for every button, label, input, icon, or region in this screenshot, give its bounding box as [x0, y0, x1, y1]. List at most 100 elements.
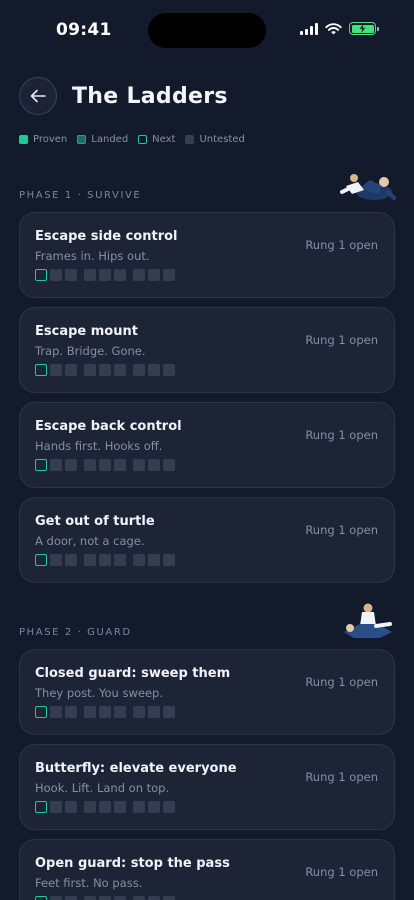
guard-figures-icon	[344, 603, 392, 638]
ladder-card-open-guard[interactable]: Open guard: stop the pass Feet first. No…	[19, 839, 395, 900]
card-subtitle: Feet first. No pass.	[35, 876, 143, 890]
card-status: Rung 1 open	[305, 523, 378, 537]
rung-untested	[65, 269, 77, 281]
rung-untested	[99, 459, 111, 471]
rung-track	[35, 364, 178, 376]
rung-untested	[99, 269, 111, 281]
rung-untested	[65, 554, 77, 566]
rung-untested	[84, 459, 96, 471]
rung-untested	[163, 706, 175, 718]
ladder-card-closed-guard[interactable]: Closed guard: sweep them They post. You …	[19, 649, 395, 735]
card-subtitle: Hands first. Hooks off.	[35, 439, 163, 453]
rung-untested	[84, 706, 96, 718]
rung-untested	[50, 459, 62, 471]
card-title: Escape back control	[35, 419, 182, 434]
card-subtitle: Hook. Lift. Land on top.	[35, 781, 170, 795]
legend-proven: Proven	[19, 134, 67, 145]
card-title: Escape mount	[35, 324, 138, 339]
rung-untested	[99, 364, 111, 376]
card-status: Rung 1 open	[305, 333, 378, 347]
card-status: Rung 1 open	[305, 675, 378, 689]
rung-untested	[65, 896, 77, 900]
card-status: Rung 1 open	[305, 428, 378, 442]
rung-untested	[65, 459, 77, 471]
rung-untested	[148, 896, 160, 900]
rung-untested	[163, 269, 175, 281]
ladder-card-butterfly[interactable]: Butterfly: elevate everyone Hook. Lift. …	[19, 744, 395, 830]
rung-untested	[148, 459, 160, 471]
legend-label: Landed	[91, 134, 129, 145]
rung-track	[35, 801, 178, 813]
legend-label: Proven	[33, 134, 68, 145]
card-status: Rung 1 open	[305, 865, 378, 879]
phase-1-label: PHASE 1 · SURVIVE	[19, 190, 142, 201]
legend-label: Untested	[199, 134, 245, 145]
card-title: Open guard: stop the pass	[35, 856, 230, 871]
legend: Proven Landed Next Untested	[19, 134, 245, 145]
rung-next	[35, 706, 47, 718]
rung-next	[35, 554, 47, 566]
rung-untested	[148, 801, 160, 813]
rung-untested	[84, 554, 96, 566]
legend-next: Next	[138, 134, 175, 145]
ladder-card-escape-back-control[interactable]: Escape back control Hands first. Hooks o…	[19, 402, 395, 488]
proven-swatch	[19, 135, 28, 144]
card-subtitle: A door, not a cage.	[35, 534, 145, 548]
rung-untested	[148, 269, 160, 281]
rung-untested	[133, 269, 145, 281]
rung-untested	[114, 896, 126, 900]
rung-untested	[50, 554, 62, 566]
rung-untested	[50, 364, 62, 376]
card-title: Closed guard: sweep them	[35, 666, 231, 681]
rung-untested	[50, 269, 62, 281]
rung-next	[35, 269, 47, 281]
rung-track	[35, 896, 178, 900]
ladder-card-escape-side-control[interactable]: Escape side control Frames in. Hips out.…	[19, 212, 395, 298]
rung-untested	[114, 364, 126, 376]
card-title: Get out of turtle	[35, 514, 155, 529]
rung-next	[35, 896, 47, 900]
rung-untested	[114, 269, 126, 281]
ladder-card-get-out-of-turtle[interactable]: Get out of turtle A door, not a cage. Ru…	[19, 497, 395, 583]
rung-untested	[114, 459, 126, 471]
rung-track	[35, 554, 178, 566]
rung-untested	[114, 801, 126, 813]
clock: 09:41	[56, 20, 112, 40]
rung-untested	[50, 801, 62, 813]
cellular-signal-icon	[300, 22, 318, 35]
rung-untested	[163, 896, 175, 900]
rung-untested	[148, 554, 160, 566]
ladder-card-escape-mount[interactable]: Escape mount Trap. Bridge. Gone. Rung 1 …	[19, 307, 395, 393]
untested-swatch	[185, 135, 195, 144]
legend-untested: Untested	[185, 134, 245, 145]
rung-untested	[99, 896, 111, 900]
rung-untested	[99, 554, 111, 566]
status-icons	[300, 22, 379, 35]
rung-untested	[50, 706, 62, 718]
grappling-figures-icon	[340, 174, 396, 200]
rung-untested	[133, 364, 145, 376]
rung-untested	[148, 364, 160, 376]
card-subtitle: Trap. Bridge. Gone.	[35, 344, 146, 358]
wifi-icon	[325, 22, 342, 34]
card-status: Rung 1 open	[305, 238, 378, 252]
page-title: The Ladders	[72, 83, 228, 109]
legend-landed: Landed	[77, 134, 128, 145]
rung-untested	[133, 706, 145, 718]
rung-untested	[65, 801, 77, 813]
rung-untested	[99, 801, 111, 813]
rung-untested	[163, 554, 175, 566]
back-button[interactable]	[19, 77, 57, 115]
rung-untested	[65, 706, 77, 718]
phase-2-label: PHASE 2 · GUARD	[19, 627, 132, 638]
rung-untested	[133, 896, 145, 900]
rung-untested	[84, 364, 96, 376]
rung-untested	[114, 554, 126, 566]
rung-track	[35, 706, 178, 718]
rung-untested	[148, 706, 160, 718]
rung-untested	[114, 706, 126, 718]
next-swatch	[138, 135, 148, 144]
arrow-left-icon	[30, 89, 46, 103]
rung-untested	[50, 896, 62, 900]
card-subtitle: They post. You sweep.	[35, 686, 163, 700]
